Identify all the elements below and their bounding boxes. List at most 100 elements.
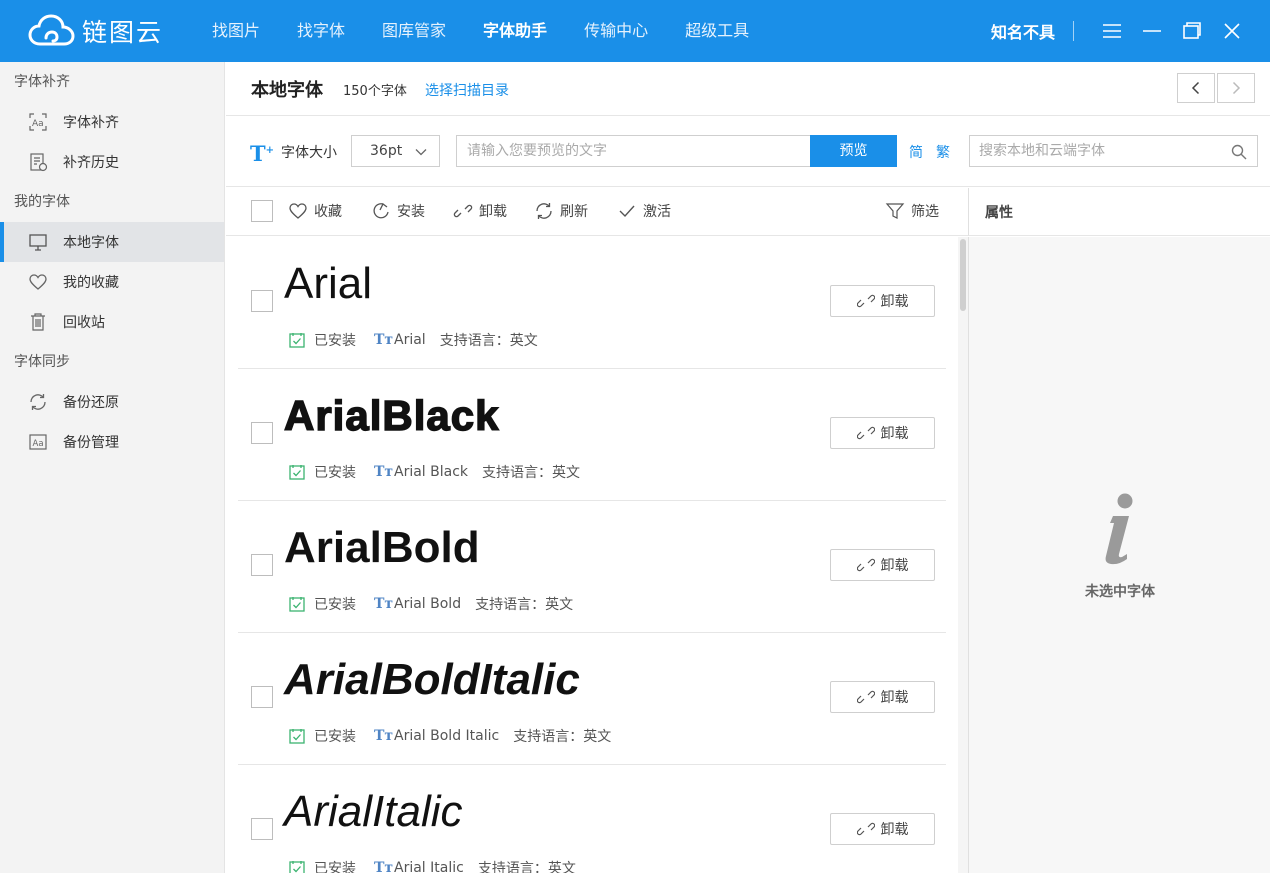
- search-input[interactable]: 搜索本地和云端字体: [969, 135, 1258, 167]
- font-checkbox[interactable]: [251, 686, 273, 708]
- uninstall-font-button[interactable]: 卸载: [830, 681, 935, 713]
- action-bar: 收藏 安装 卸载 刷新 激活 筛选: [226, 188, 968, 236]
- forward-button[interactable]: [1217, 73, 1255, 103]
- activate-label: 激活: [643, 204, 671, 220]
- sidebar-item-local-fonts[interactable]: 本地字体: [0, 222, 224, 262]
- font-row[interactable]: ArialBlack 已安装 Tт Arial Black 支持语言：英文 卸载: [238, 369, 946, 501]
- uninstall-font-button[interactable]: 卸载: [830, 417, 935, 449]
- font-family-name: Arial Bold: [394, 596, 462, 612]
- sidebar-item-label: 本地字体: [63, 235, 119, 251]
- unlink-icon: [856, 294, 875, 308]
- pager: [1177, 73, 1255, 103]
- sidebar: 字体补齐 Aa 字体补齐 补齐历史 我的字体 本地字体 我的收藏 回收站 字体同…: [0, 62, 225, 873]
- font-row[interactable]: ArialBold 已安装 Tт Arial Bold 支持语言：英文 卸载: [238, 501, 946, 633]
- installed-icon: [289, 597, 305, 612]
- uninstall-font-label: 卸载: [880, 294, 909, 310]
- font-row[interactable]: ArialBoldItalic 已安装 Tт Arial Bold Italic…: [238, 633, 946, 765]
- font-count: 150个字体: [343, 84, 407, 99]
- uninstall-label: 卸载: [479, 204, 507, 220]
- properties-title: 属性: [985, 205, 1013, 221]
- font-checkbox[interactable]: [251, 422, 273, 444]
- supported-language: 支持语言：英文: [475, 597, 574, 613]
- font-meta: 已安装 Tт Arial 支持语言：英文: [288, 330, 538, 350]
- uninstall-font-button[interactable]: 卸载: [830, 549, 935, 581]
- nav-find-images[interactable]: 找图片: [196, 0, 276, 62]
- title-bar: 链图云 找图片 找字体 图库管家 字体助手 传输中心 超级工具 知名不具: [0, 0, 1270, 62]
- sidebar-item-label: 我的收藏: [63, 275, 119, 291]
- unlink-icon: [856, 426, 875, 440]
- sidebar-item-label: 备份还原: [63, 395, 119, 411]
- history-doc-icon: [28, 152, 48, 172]
- uninstall-font-button[interactable]: 卸载: [830, 813, 935, 845]
- font-meta: 已安装 Tт Arial Bold 支持语言：英文: [288, 594, 573, 614]
- nav-font-assistant[interactable]: 字体助手: [467, 0, 563, 62]
- username[interactable]: 知名不具: [991, 19, 1055, 43]
- preview-button[interactable]: 预览: [810, 135, 897, 167]
- uninstall-font-label: 卸载: [880, 822, 909, 838]
- sidebar-item-font-completion[interactable]: Aa 字体补齐: [0, 102, 224, 142]
- nav-transfer-center[interactable]: 传输中心: [568, 0, 664, 62]
- font-preview-text: ArialItalic: [284, 787, 463, 836]
- minimize-button[interactable]: [1132, 11, 1172, 51]
- filter-label: 筛选: [911, 204, 939, 220]
- select-scan-dir-link[interactable]: 选择扫描目录: [425, 80, 509, 100]
- sync-icon: [28, 392, 48, 412]
- close-icon: [1224, 23, 1240, 39]
- monitor-icon: [28, 232, 48, 252]
- install-status: 已安装: [314, 729, 356, 745]
- cloud-logo-icon: [28, 14, 75, 46]
- supported-language: 支持语言：英文: [513, 729, 612, 745]
- uninstall-font-button[interactable]: 卸载: [830, 285, 935, 317]
- close-button[interactable]: [1212, 11, 1252, 51]
- favorite-button[interactable]: 收藏: [288, 200, 342, 222]
- nav-gallery-manager[interactable]: 图库管家: [366, 0, 462, 62]
- preview-text-input[interactable]: 请输入您要预览的文字: [456, 135, 811, 167]
- installed-icon: [289, 465, 305, 480]
- sidebar-item-backup-restore[interactable]: 备份还原: [0, 382, 224, 422]
- sidebar-item-backup-manage[interactable]: Aa 备份管理: [0, 422, 224, 462]
- font-row[interactable]: Arial 已安装 Tт Arial 支持语言：英文 卸载: [238, 237, 946, 369]
- traditional-toggle[interactable]: 繁: [936, 142, 950, 162]
- trash-icon: [28, 312, 48, 332]
- properties-panel: 未选中字体: [968, 237, 1270, 873]
- font-checkbox[interactable]: [251, 818, 273, 840]
- select-all-checkbox[interactable]: [251, 200, 273, 222]
- font-meta: 已安装 Tт Arial Black 支持语言：英文: [288, 462, 580, 482]
- font-size-select[interactable]: 36pt: [351, 135, 440, 167]
- install-button[interactable]: 安装: [371, 200, 425, 222]
- filter-icon: [885, 203, 905, 219]
- menu-button[interactable]: [1092, 11, 1132, 51]
- refresh-icon: [536, 203, 552, 219]
- scroll-thumb[interactable]: [960, 239, 966, 311]
- sidebar-item-completion-history[interactable]: 补齐历史: [0, 142, 224, 182]
- svg-text:Aa: Aa: [33, 439, 44, 449]
- uninstall-button[interactable]: 卸载: [453, 200, 507, 222]
- info-icon: [1105, 493, 1133, 565]
- font-list-scrollbar[interactable]: [958, 237, 968, 873]
- font-family-name: Arial Black: [394, 464, 469, 480]
- sidebar-section-title: 字体补齐: [14, 74, 70, 90]
- sidebar-item-favorites[interactable]: 我的收藏: [0, 262, 224, 302]
- favorite-label: 收藏: [314, 204, 342, 220]
- install-status: 已安装: [314, 861, 356, 873]
- install-status: 已安装: [314, 597, 356, 613]
- filter-button[interactable]: 筛选: [885, 200, 939, 222]
- search-icon[interactable]: [1231, 144, 1247, 160]
- font-checkbox[interactable]: [251, 554, 273, 576]
- activate-button[interactable]: 激活: [617, 200, 671, 222]
- sidebar-section-title: 字体同步: [14, 354, 70, 370]
- refresh-button[interactable]: 刷新: [534, 200, 588, 222]
- check-icon: [619, 205, 635, 218]
- back-button[interactable]: [1177, 73, 1215, 103]
- nav-super-tools[interactable]: 超级工具: [669, 0, 765, 62]
- sidebar-item-recycle-bin[interactable]: 回收站: [0, 302, 224, 342]
- refresh-label: 刷新: [560, 204, 588, 220]
- nav-find-fonts[interactable]: 找字体: [281, 0, 361, 62]
- minimize-icon: [1143, 30, 1161, 32]
- uninstall-font-label: 卸载: [880, 690, 909, 706]
- font-checkbox[interactable]: [251, 290, 273, 312]
- font-row[interactable]: ArialItalic 已安装 Tт Arial Italic 支持语言：英文 …: [238, 765, 946, 873]
- simplified-toggle[interactable]: 简: [909, 142, 923, 162]
- font-size-value: 36pt: [370, 143, 403, 159]
- maximize-button[interactable]: [1172, 11, 1212, 51]
